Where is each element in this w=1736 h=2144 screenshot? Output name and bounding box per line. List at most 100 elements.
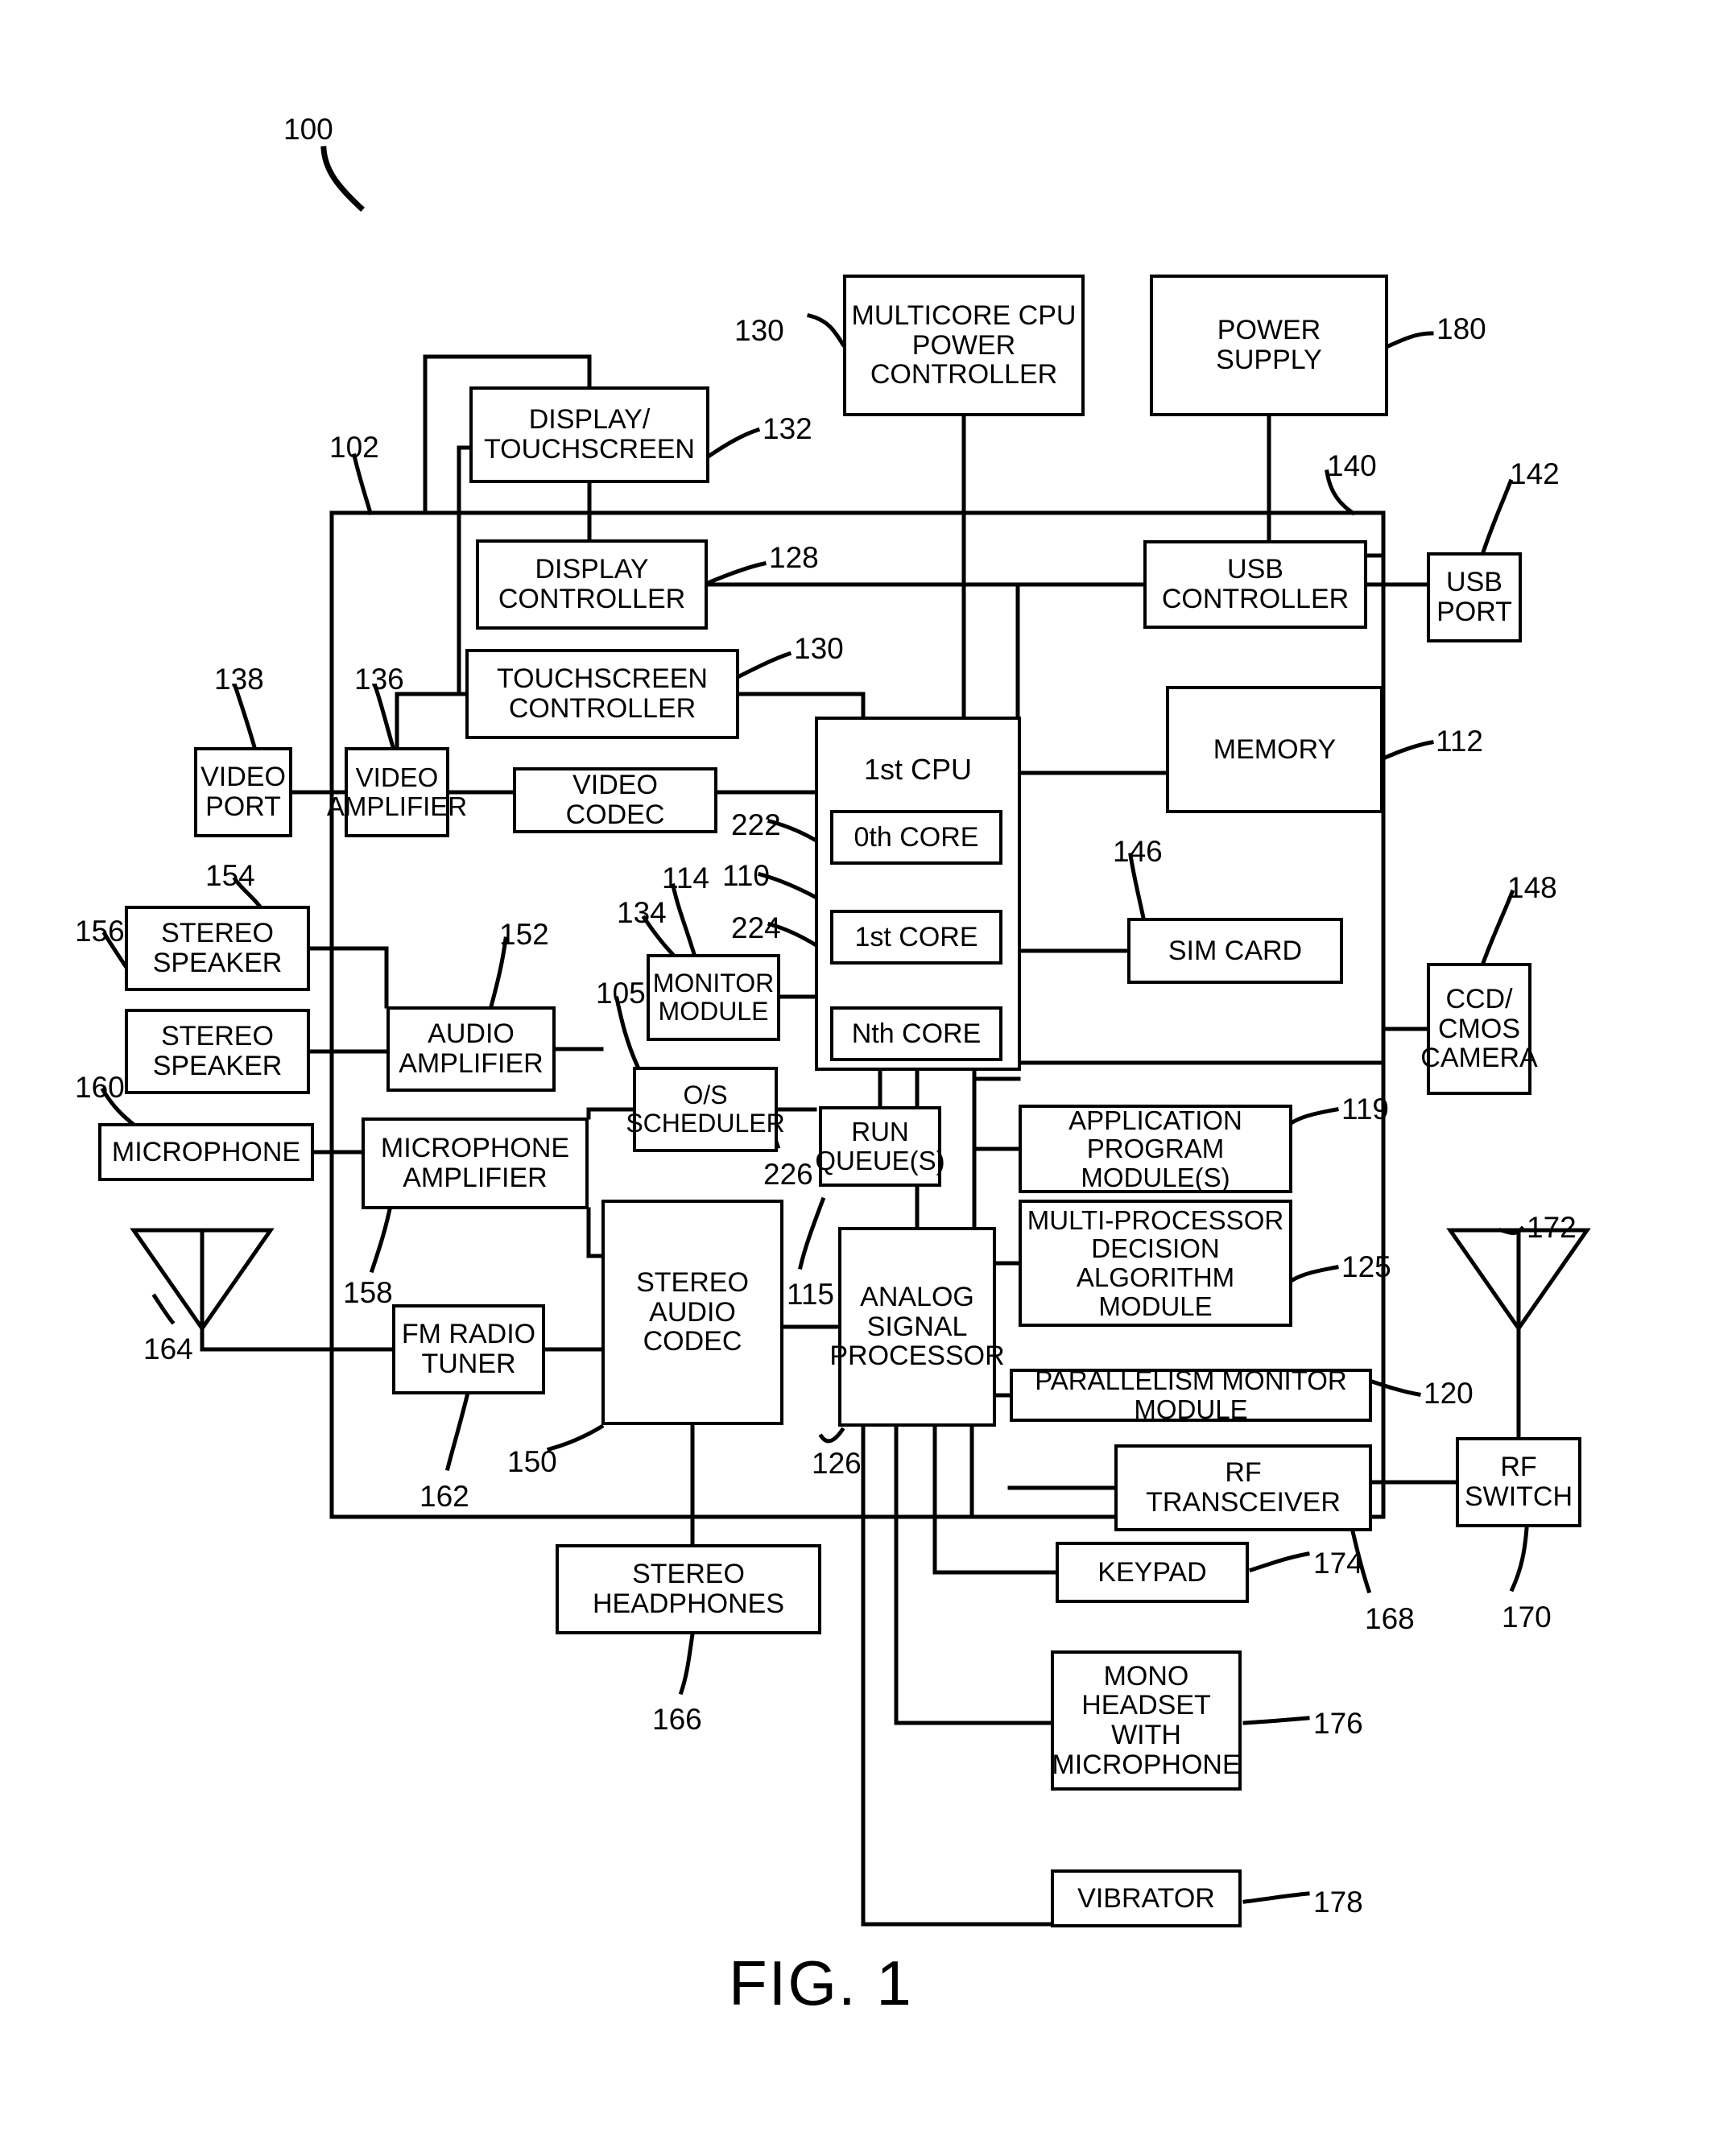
block-line: CONTROLLER (498, 584, 686, 614)
block-line: TUNER (421, 1349, 516, 1379)
block-line: QUEUE(S) (815, 1146, 945, 1175)
ref-152: 152 (499, 918, 549, 951)
block-line: AUDIO (428, 1018, 515, 1050)
ref-164: 164 (143, 1332, 193, 1365)
touchscreen-controller-block: TOUCHSCREEN CONTROLLER (465, 649, 739, 739)
block-line: SPEAKER (152, 1051, 283, 1081)
block-line: MICROPHONE (1052, 1749, 1241, 1780)
ref-119: 119 (1341, 1093, 1389, 1126)
block-line: STEREO (636, 1266, 749, 1298)
microphone-amplifier-block: MICROPHONE AMPLIFIER (362, 1117, 589, 1209)
block-line: STEREO (632, 1559, 745, 1590)
block-line: MULTICORE CPU (851, 299, 1077, 331)
ccd-cmos-camera-block: CCD/ CMOS CAMERA (1420, 963, 1538, 1095)
ref-115: 115 (787, 1278, 834, 1311)
usb-port-block: USB PORT (1427, 552, 1522, 642)
block-line: DISPLAY/ (528, 404, 651, 436)
block-line: ANALOG (860, 1281, 974, 1312)
block-line: VIDEO CODEC (565, 770, 665, 830)
vibrator-block: VIBRATOR (1051, 1869, 1242, 1927)
display-touchscreen-block[interactable]: DISPLAY/ TOUCHSCREEN (469, 386, 709, 483)
usb-controller-block: USB CONTROLLER (1143, 540, 1367, 629)
video-codec-block: VIDEO CODEC (513, 767, 717, 833)
block-line: USB (1446, 567, 1502, 598)
block-line: MICROPHONE (380, 1133, 570, 1164)
block-line: DECISION ALGORITHM (1076, 1233, 1235, 1292)
block-line: DISPLAY (535, 554, 649, 585)
core-0-block: 0th CORE (830, 810, 1002, 865)
block-line: VIDEO (355, 762, 439, 793)
video-amplifier-block: VIDEO AMPLIFIER (327, 747, 467, 837)
ref-172: 172 (1527, 1211, 1577, 1244)
block-line: CONTROLLER (508, 693, 696, 724)
block-line: CMOS (1438, 1013, 1520, 1044)
ref-130-touchscreen: 130 (794, 632, 844, 665)
block-line: RUN (851, 1117, 909, 1147)
block-line: SPEAKER (152, 948, 283, 978)
block-line: MONITOR (652, 969, 775, 998)
block-line: SWITCH (1464, 1481, 1573, 1512)
stereo-speaker-1-block: STEREO SPEAKER (125, 906, 310, 991)
block-line: SIGNAL (866, 1311, 968, 1342)
block-line: AMPLIFIER (403, 1163, 548, 1193)
ref-166: 166 (652, 1703, 702, 1736)
ref-170: 170 (1502, 1601, 1552, 1634)
block-line: PORT (1436, 597, 1512, 627)
run-queues-block: RUN QUEUE(S) (815, 1106, 945, 1187)
ref-112: 112 (1436, 725, 1483, 758)
block-line: CCD/ (1445, 983, 1513, 1014)
ref-148: 148 (1507, 871, 1557, 904)
multicore-cpu-power-controller-block: MULTICORE CPU POWER CONTROLLER (843, 275, 1085, 416)
block-line: PROCESSOR (829, 1341, 1005, 1372)
ref-156: 156 (75, 915, 125, 948)
block-line: CONTROLLER (1161, 584, 1350, 614)
ref-174: 174 (1313, 1547, 1363, 1580)
memory-block: MEMORY (1166, 686, 1383, 813)
first-cpu-label: 1st CPU (863, 753, 973, 786)
microphone-block: MICROPHONE (98, 1123, 314, 1181)
core-1-block: 1st CORE (830, 910, 1002, 965)
multi-processor-decision-algorithm-module-block: MULTI-PROCESSOR DECISION ALGORITHM MODUL… (1019, 1200, 1292, 1327)
patent-figure-page: 1st CPU 0th CORE 1st CORE Nth CORE MULTI… (0, 0, 1736, 2144)
block-line: SUPPLY (1216, 345, 1322, 375)
block-line: AMPLIFIER (326, 791, 468, 821)
block-line: AUDIO (649, 1296, 736, 1328)
block-line: STEREO (161, 918, 274, 949)
block-line: FM RADIO (401, 1319, 536, 1350)
ref-150: 150 (507, 1445, 557, 1478)
figure-caption: FIG. 1 (729, 1948, 913, 2018)
rf-switch-block: RF SWITCH (1456, 1437, 1581, 1527)
ref-102: 102 (329, 431, 379, 464)
ref-125: 125 (1341, 1250, 1391, 1283)
block-line: KEYPAD (1097, 1556, 1207, 1588)
fm-radio-tuner-block: FM RADIO TUNER (392, 1304, 545, 1394)
block-line: MODULE (658, 997, 769, 1026)
ref-154: 154 (205, 859, 255, 892)
block-line: SCHEDULER (626, 1109, 785, 1138)
video-port-block: VIDEO PORT (194, 747, 292, 837)
monitor-module-block: MONITOR MODULE (647, 954, 780, 1041)
mono-headset-with-microphone-block: MONO HEADSET WITH MICROPHONE (1051, 1650, 1242, 1791)
ref-162: 162 (420, 1480, 469, 1513)
block-line: USB (1227, 554, 1283, 585)
keypad-block[interactable]: KEYPAD (1056, 1542, 1249, 1603)
ref-138: 138 (214, 663, 264, 696)
stereo-speaker-2-block: STEREO SPEAKER (125, 1009, 310, 1094)
block-line: MODULE (1098, 1291, 1213, 1321)
ref-130-power-controller: 130 (734, 314, 784, 347)
display-controller-block: DISPLAY CONTROLLER (476, 539, 708, 630)
ref-222: 222 (731, 808, 781, 841)
rf-transceiver-block: RF TRANSCEIVER (1114, 1444, 1372, 1531)
stereo-audio-codec-block: STEREO AUDIO CODEC (601, 1200, 783, 1425)
power-supply-block: POWER SUPPLY (1150, 275, 1388, 416)
ref-126: 126 (812, 1447, 862, 1480)
ref-146: 146 (1113, 835, 1163, 868)
os-scheduler-block: O/S SCHEDULER (626, 1067, 785, 1152)
block-line: PORT (205, 791, 281, 822)
block-line: POWER (1217, 315, 1321, 346)
sim-card-block: SIM CARD (1127, 918, 1343, 984)
block-line: MONO (1103, 1660, 1189, 1692)
core-n-block: Nth CORE (830, 1006, 1002, 1061)
stereo-headphones-block: STEREO HEADPHONES (556, 1544, 821, 1634)
block-line: TOUCHSCREEN (497, 663, 708, 695)
